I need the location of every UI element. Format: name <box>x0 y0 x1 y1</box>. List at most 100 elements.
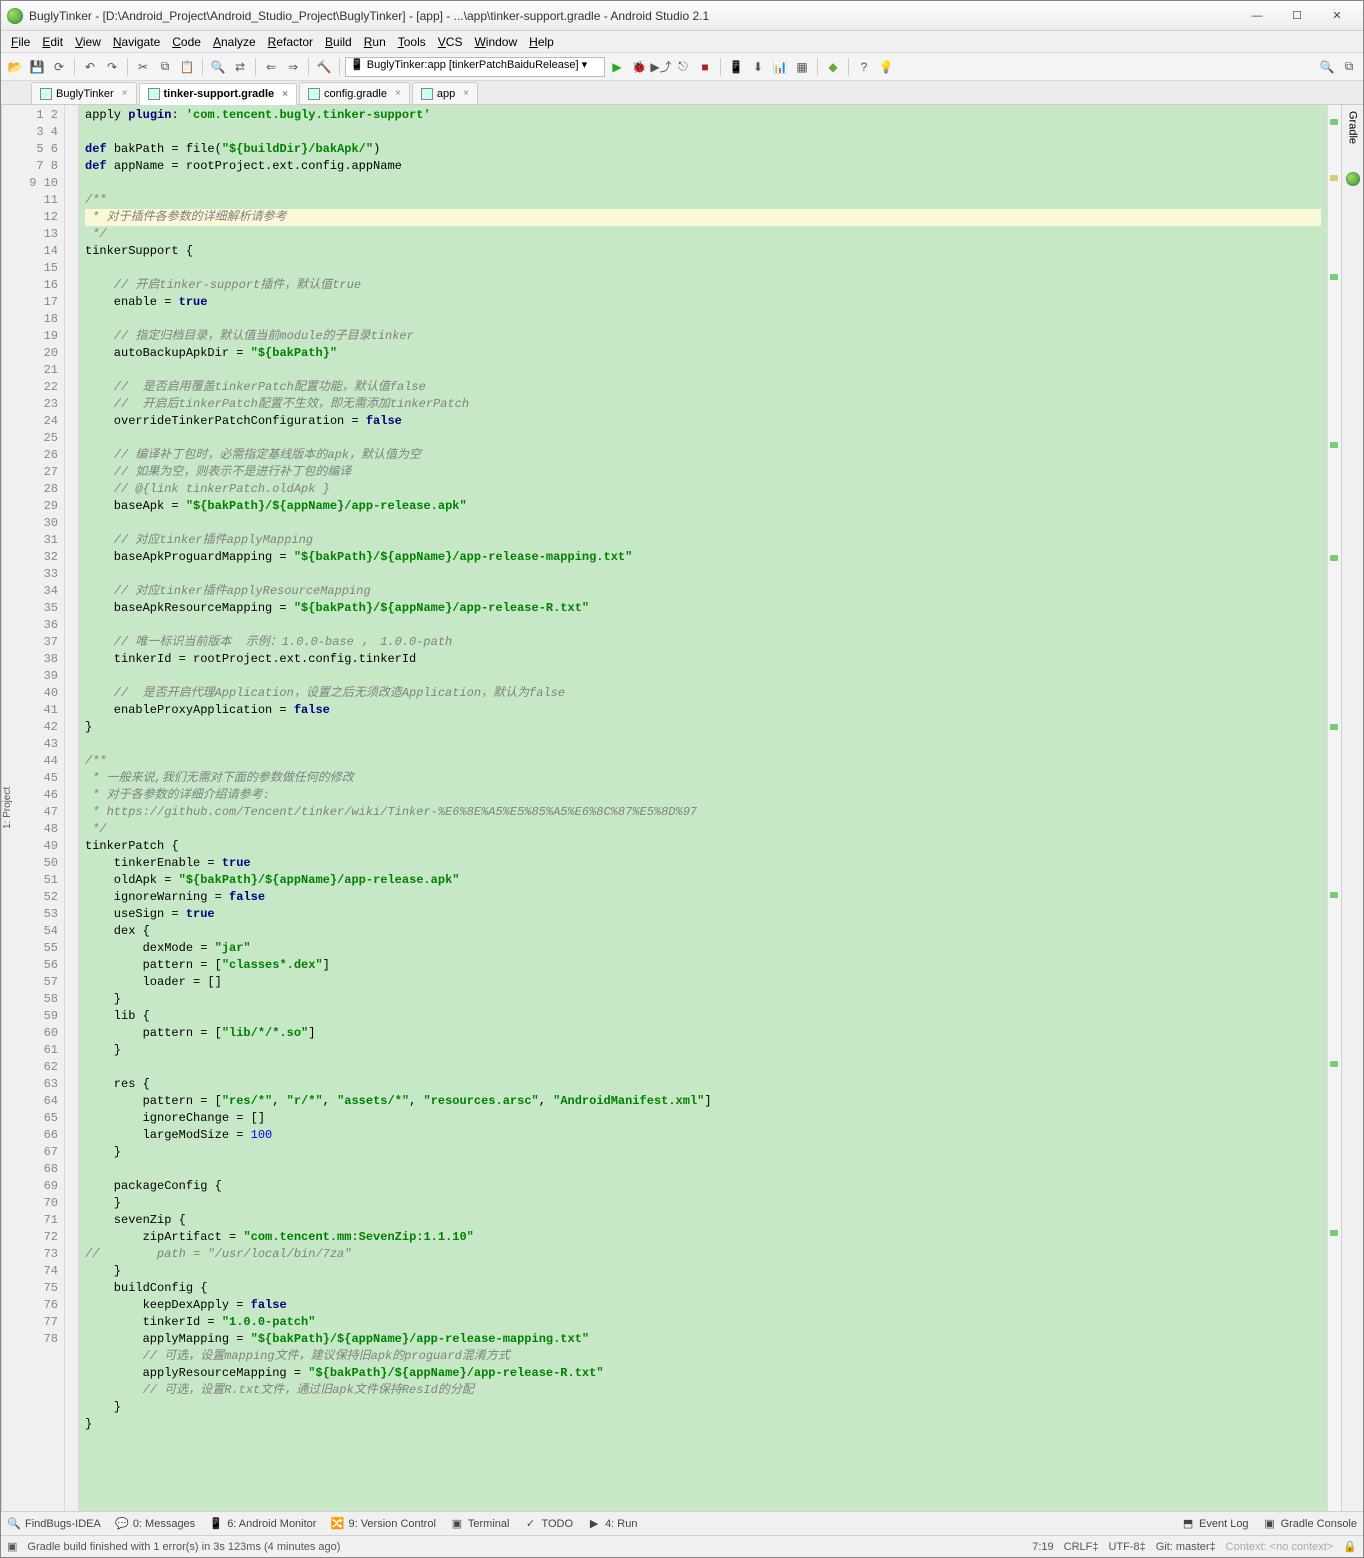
code-area[interactable]: apply plugin: 'com.tencent.bugly.tinker-… <box>79 105 1327 1511</box>
back-icon[interactable]: ⇐ <box>261 57 281 77</box>
sync-icon[interactable]: ⟳ <box>49 57 69 77</box>
file-icon <box>421 88 433 100</box>
copy-icon[interactable]: ⧉ <box>155 57 175 77</box>
toolwindow-button[interactable]: ▣ Terminal <box>450 1517 510 1531</box>
avd-icon[interactable]: 📱 <box>726 57 746 77</box>
sdk-icon[interactable]: ⬇ <box>748 57 768 77</box>
menu-help[interactable]: Help <box>523 33 560 51</box>
menu-tools[interactable]: Tools <box>392 33 432 51</box>
git-branch[interactable]: Git: master‡ <box>1156 1541 1216 1553</box>
toolwindow-button[interactable]: 💬0: Messages <box>115 1517 195 1531</box>
help-icon[interactable]: ? <box>854 57 874 77</box>
titlebar: BuglyTinker - [D:\Android_Project\Androi… <box>1 1 1363 31</box>
menu-vcs[interactable]: VCS <box>432 33 469 51</box>
editor-tab[interactable]: tinker-support.gradle × <box>139 83 297 105</box>
open-icon[interactable]: 📂 <box>5 57 25 77</box>
tips-icon[interactable]: 💡 <box>876 57 896 77</box>
menu-refactor[interactable]: Refactor <box>262 33 319 51</box>
menu-build[interactable]: Build <box>319 33 358 51</box>
fold-gutter[interactable] <box>65 105 79 1511</box>
editor-tab[interactable]: BuglyTinker× <box>31 82 137 104</box>
toolwindow-button[interactable]: 🔀 9: Version Control <box>330 1517 435 1531</box>
debug-icon[interactable]: 🐞 <box>629 57 649 77</box>
memory-indicator-icon[interactable]: 🔒 <box>1343 1540 1357 1553</box>
save-icon[interactable]: 💾 <box>27 57 47 77</box>
right-toolwindow-bar: Gradle <box>1341 105 1363 1511</box>
paste-icon[interactable]: 📋 <box>177 57 197 77</box>
undo-icon[interactable]: ↶ <box>80 57 100 77</box>
file-icon <box>148 88 160 100</box>
toolwindow-label: 9: Version Control <box>348 1518 435 1530</box>
toolwindow-icon: ▶ <box>587 1517 601 1531</box>
toolwindow-button[interactable]: 🔍FindBugs-IDEA <box>7 1517 101 1531</box>
error-stripe[interactable] <box>1327 105 1341 1511</box>
tab-label: app <box>437 88 455 100</box>
tab-label: tinker-support.gradle <box>164 88 275 100</box>
menu-window[interactable]: Window <box>468 33 523 51</box>
stop-icon[interactable]: ■ <box>695 57 715 77</box>
menu-code[interactable]: Code <box>166 33 207 51</box>
close-tab-icon[interactable]: × <box>282 89 288 100</box>
toolwindow-button[interactable]: ⬒Event Log <box>1181 1517 1249 1531</box>
toolwindow-button[interactable]: 📱 6: Android Monitor <box>209 1517 316 1531</box>
toolwindow-icon: 🔀 <box>330 1517 344 1531</box>
layout-icon[interactable]: ▦ <box>792 57 812 77</box>
menu-navigate[interactable]: Navigate <box>107 33 166 51</box>
toolwindow-button[interactable]: ▣Gradle Console <box>1263 1517 1357 1531</box>
editor-tabs: BuglyTinker×tinker-support.gradle×config… <box>1 81 1363 105</box>
menu-view[interactable]: View <box>69 33 107 51</box>
gradle-toolwindow-stub[interactable]: Gradle <box>1347 111 1359 144</box>
menu-run[interactable]: Run <box>358 33 392 51</box>
run-tests-icon[interactable]: ▶⤴ <box>651 57 671 77</box>
menubar: FileEditViewNavigateCodeAnalyzeRefactorB… <box>1 31 1363 53</box>
status-message: Gradle build finished with 1 error(s) in… <box>27 1541 340 1553</box>
menu-file[interactable]: File <box>5 33 36 51</box>
toolwindow-label: Terminal <box>468 1518 510 1530</box>
editor-tab[interactable]: config.gradle× <box>299 82 410 104</box>
window-title: BuglyTinker - [D:\Android_Project\Androi… <box>29 9 1237 23</box>
forward-icon[interactable]: ⇒ <box>283 57 303 77</box>
build-icon[interactable]: 🔨 <box>314 57 334 77</box>
run-config-combo[interactable]: 📱 BuglyTinker:app [tinkerPatchBaiduRelea… <box>345 57 605 77</box>
left-toolwindow-bar: 1: Project7: StructureCaptures <box>1 105 23 1511</box>
editor[interactable]: 1 2 3 4 5 6 7 8 9 10 11 12 13 14 15 16 1… <box>23 105 1341 1511</box>
toolwindow-icon: ✓ <box>523 1517 537 1531</box>
find-icon[interactable]: 🔍 <box>208 57 228 77</box>
toolwindow-icon: ▣ <box>450 1517 464 1531</box>
cut-icon[interactable]: ✂ <box>133 57 153 77</box>
line-number-gutter: 1 2 3 4 5 6 7 8 9 10 11 12 13 14 15 16 1… <box>23 105 65 1511</box>
minimize-button[interactable]: — <box>1237 6 1277 26</box>
search-everywhere-icon[interactable]: 🔍 <box>1317 57 1337 77</box>
project-structure-icon[interactable]: ⧉ <box>1339 57 1359 77</box>
toolwindow-stub[interactable]: 1: Project <box>2 787 13 829</box>
toolwindow-icon: 📱 <box>209 1517 223 1531</box>
line-separator[interactable]: CRLF‡ <box>1064 1541 1099 1553</box>
toolwindow-button[interactable]: ▶4: Run <box>587 1517 637 1531</box>
editor-tab[interactable]: app × <box>412 82 478 104</box>
redo-icon[interactable]: ↷ <box>102 57 122 77</box>
attach-icon[interactable]: ⎋ <box>673 57 693 77</box>
toolwindow-icon: 💬 <box>115 1517 129 1531</box>
context[interactable]: Context: <no context> <box>1226 1541 1334 1553</box>
close-tab-icon[interactable]: × <box>122 88 128 99</box>
close-tab-icon[interactable]: × <box>463 88 469 99</box>
toolwindow-button[interactable]: ✓TODO <box>523 1517 573 1531</box>
menu-edit[interactable]: Edit <box>36 33 69 51</box>
toolbar: 📂 💾 ⟳ ↶ ↷ ✂ ⧉ 📋 🔍 ⇄ ⇐ ⇒ 🔨 📱 BuglyTinker:… <box>1 53 1363 81</box>
menu-analyze[interactable]: Analyze <box>207 33 262 51</box>
toolwindow-icon: ⬒ <box>1181 1517 1195 1531</box>
encoding[interactable]: UTF-8‡ <box>1108 1541 1145 1553</box>
caret-position[interactable]: 7:19 <box>1032 1541 1053 1553</box>
replace-icon[interactable]: ⇄ <box>230 57 250 77</box>
close-button[interactable]: ✕ <box>1317 6 1357 26</box>
android-icon[interactable]: ◆ <box>823 57 843 77</box>
status-indicator-icon <box>1346 172 1360 186</box>
toolwindow-icon: ▣ <box>1263 1517 1277 1531</box>
toolwindow-label: FindBugs-IDEA <box>25 1518 101 1530</box>
close-tab-icon[interactable]: × <box>395 88 401 99</box>
maximize-button[interactable]: ☐ <box>1277 6 1317 26</box>
run-icon[interactable]: ▶ <box>607 57 627 77</box>
file-icon <box>308 88 320 100</box>
toolwindow-label: 6: Android Monitor <box>227 1518 316 1530</box>
monitor-icon[interactable]: 📊 <box>770 57 790 77</box>
